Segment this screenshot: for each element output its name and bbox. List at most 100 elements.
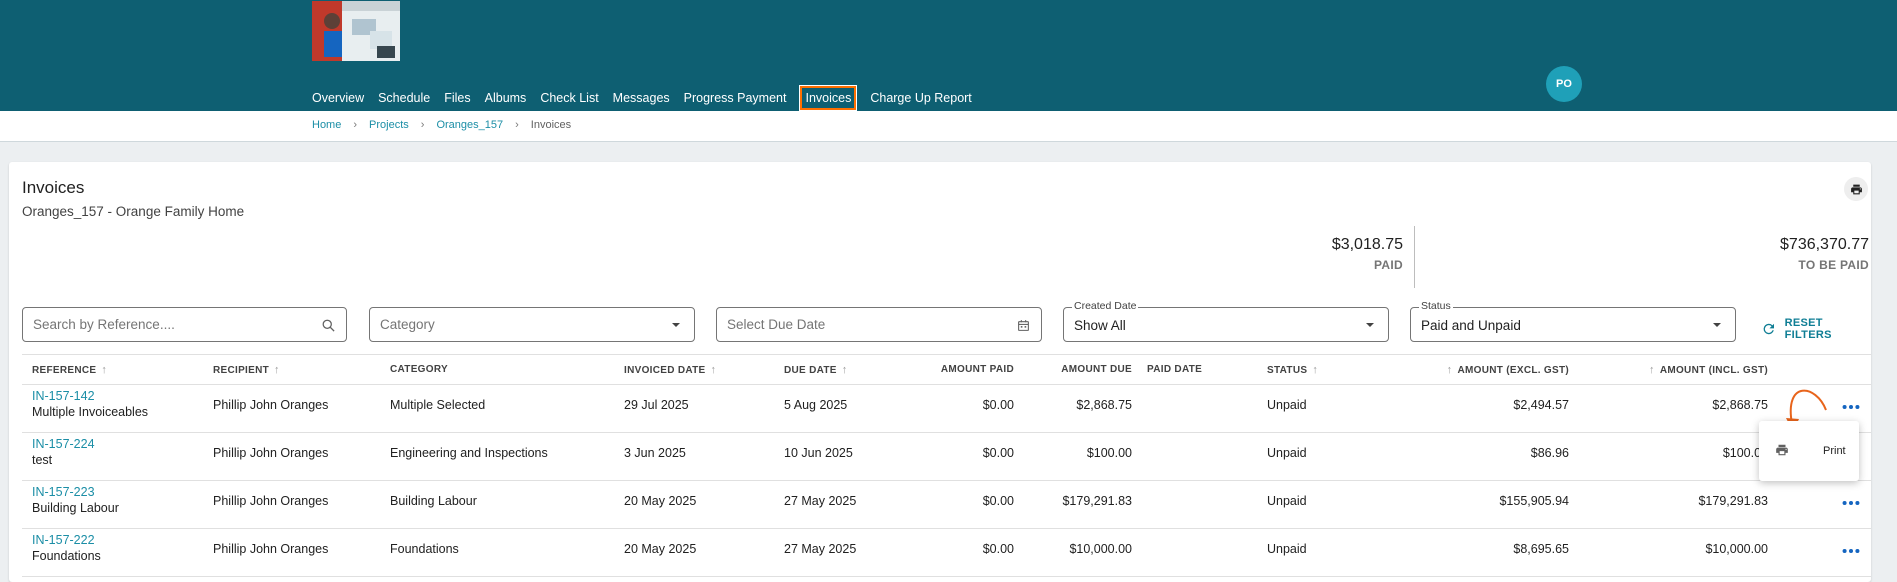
print-icon[interactable] <box>1775 443 1789 462</box>
due-date-cell: 5 Aug 2025 <box>784 398 848 412</box>
paid-amount: $3,018.75 <box>1331 236 1403 253</box>
calendar-icon <box>1015 317 1031 333</box>
tobepaid-summary: $736,370.77 TO BE PAID <box>1780 236 1869 272</box>
print-icon <box>1850 184 1862 194</box>
arrow-up-icon: ↑ <box>274 364 280 376</box>
more-icon[interactable] <box>1840 396 1862 423</box>
nav-progress-payment[interactable]: Progress Payment <box>684 88 787 108</box>
breadcrumb-current: Invoices <box>530 119 572 131</box>
nav-schedule[interactable]: Schedule <box>378 88 430 108</box>
reference-link[interactable]: IN-157-222 <box>32 533 101 547</box>
user-avatar[interactable]: PO <box>1546 66 1582 102</box>
reference-link[interactable]: IN-157-223 <box>32 485 119 499</box>
breadcrumb-home[interactable]: Home <box>312 119 341 131</box>
chevron-down-icon <box>1709 317 1725 333</box>
amount-excl-cell: $8,695.65 <box>1513 542 1569 556</box>
category-select[interactable]: Category <box>369 307 695 342</box>
status-value: Paid and Unpaid <box>1421 318 1521 333</box>
nav-messages[interactable]: Messages <box>613 88 670 108</box>
breadcrumb-project[interactable]: Oranges_157 <box>436 119 503 131</box>
col-reference[interactable]: REFERENCE ↑ <box>32 364 112 376</box>
amount-due-cell: $2,868.75 <box>1076 398 1132 412</box>
col-recipient-label: RECIPIENT <box>213 364 270 376</box>
chevron-down-icon <box>1362 317 1378 333</box>
due-date-cell: 27 May 2025 <box>784 494 857 508</box>
reference-cell: IN-157-142 Multiple Invoiceables <box>32 389 148 419</box>
table-row: IN-157-222 Foundations Phillip John Oran… <box>22 528 1871 577</box>
arrow-up-icon: ↑ <box>1649 364 1655 376</box>
chevron-right-icon: › <box>515 119 519 131</box>
created-date-select[interactable]: Created Date Show All <box>1063 300 1389 342</box>
recipient-cell: Phillip John Oranges <box>213 398 329 412</box>
table-row: IN-157-223 Building Labour Phillip John … <box>22 480 1871 529</box>
status-cell: Unpaid <box>1267 494 1307 508</box>
nav-albums[interactable]: Albums <box>485 88 527 108</box>
category-cell: Foundations <box>390 542 459 556</box>
more-icon[interactable] <box>1840 492 1862 519</box>
reset-filters-button[interactable]: RESET FILTERS <box>1761 317 1871 341</box>
table-row: IN-157-224 test Phillip John Oranges Eng… <box>22 432 1871 481</box>
row-actions-menu: Print <box>1759 421 1859 481</box>
arrow-up-icon: ↑ <box>710 364 717 376</box>
reference-cell: IN-157-224 test <box>32 437 95 467</box>
col-status[interactable]: STATUS ↑ <box>1267 364 1323 376</box>
reference-cell: IN-157-223 Building Labour <box>32 485 119 515</box>
amount-incl-cell: $10,000.00 <box>1705 542 1768 556</box>
table-row: IN-157-142 Multiple Invoiceables Phillip… <box>22 384 1871 433</box>
print-menu-item[interactable]: Print <box>1823 445 1846 457</box>
breadcrumb-bar: Home › Projects › Oranges_157 › Invoices <box>0 111 1897 142</box>
paid-label: PAID <box>1374 258 1403 272</box>
print-button[interactable] <box>1844 177 1868 201</box>
reference-description: test <box>32 453 53 467</box>
nav-check-list[interactable]: Check List <box>540 88 598 108</box>
col-reference-label: REFERENCE <box>32 364 97 376</box>
recipient-cell: Phillip John Oranges <box>213 542 329 556</box>
col-amount-due-label: AMOUNT DUE <box>1061 364 1132 375</box>
refresh-icon <box>1763 323 1774 335</box>
recipient-cell: Phillip John Oranges <box>213 446 329 460</box>
category-cell: Engineering and Inspections <box>390 446 548 460</box>
col-recipient[interactable]: RECIPIENT ↑ <box>213 364 285 376</box>
due-date-picker[interactable]: Select Due Date <box>716 307 1042 342</box>
col-amount-paid-label: AMOUNT PAID <box>940 364 1014 375</box>
col-category: CATEGORY <box>390 364 448 375</box>
category-cell: Building Labour <box>390 494 477 508</box>
arrow-up-icon: ↑ <box>841 364 848 376</box>
breadcrumb-projects[interactable]: Projects <box>369 119 409 131</box>
search-icon[interactable] <box>320 317 336 333</box>
amount-due-cell: $179,291.83 <box>1062 494 1132 508</box>
page-subtitle: Oranges_157 - Orange Family Home <box>22 204 245 219</box>
col-due-date[interactable]: DUE DATE ↑ <box>784 364 853 376</box>
reference-link[interactable]: IN-157-224 <box>32 437 95 451</box>
reference-description: Foundations <box>32 549 101 563</box>
due-date-cell: 27 May 2025 <box>784 542 857 556</box>
nav-files[interactable]: Files <box>444 88 470 108</box>
col-category-label: CATEGORY <box>390 364 448 375</box>
col-amount-incl[interactable]: ↑ AMOUNT (INCL. GST) <box>1644 364 1768 376</box>
col-status-label: STATUS <box>1267 364 1308 376</box>
tobepaid-amount: $736,370.77 <box>1780 236 1869 253</box>
col-paid-date-label: PAID DATE <box>1147 364 1203 375</box>
reference-cell: IN-157-222 Foundations <box>32 533 101 563</box>
status-select[interactable]: Status Paid and Unpaid <box>1410 300 1736 342</box>
table-header: REFERENCE ↑ RECIPIENT ↑ CATEGORY INVOICED … <box>22 354 1871 385</box>
col-invoiced-date[interactable]: INVOICED DATE ↑ <box>624 364 721 376</box>
due-date-cell: 10 Jun 2025 <box>784 446 853 460</box>
arrow-up-icon: ↑ <box>1312 364 1319 376</box>
nav-invoices[interactable]: Invoices <box>799 85 858 111</box>
col-amount-excl[interactable]: ↑ AMOUNT (EXCL. GST) <box>1442 364 1569 376</box>
more-icon[interactable] <box>1840 540 1862 567</box>
amount-excl-cell: $2,494.57 <box>1513 398 1569 412</box>
amount-paid-cell: $0.00 <box>982 446 1014 460</box>
amount-paid-cell: $0.00 <box>982 494 1014 508</box>
search-input[interactable]: Search by Reference.... <box>22 307 347 342</box>
reference-link[interactable]: IN-157-142 <box>32 389 148 403</box>
breadcrumb: Home › Projects › Oranges_157 › Invoices <box>312 119 571 131</box>
col-amount-excl-label: AMOUNT (EXCL. GST) <box>1457 364 1569 376</box>
col-due-date-label: DUE DATE <box>784 364 837 376</box>
invoiced-date-cell: 3 Jun 2025 <box>624 446 686 460</box>
nav-overview[interactable]: Overview <box>312 88 364 108</box>
nav-charge-up-report[interactable]: Charge Up Report <box>870 88 971 108</box>
due-date-placeholder: Select Due Date <box>727 317 826 332</box>
reset-filters-label: RESET FILTERS <box>1784 317 1832 341</box>
